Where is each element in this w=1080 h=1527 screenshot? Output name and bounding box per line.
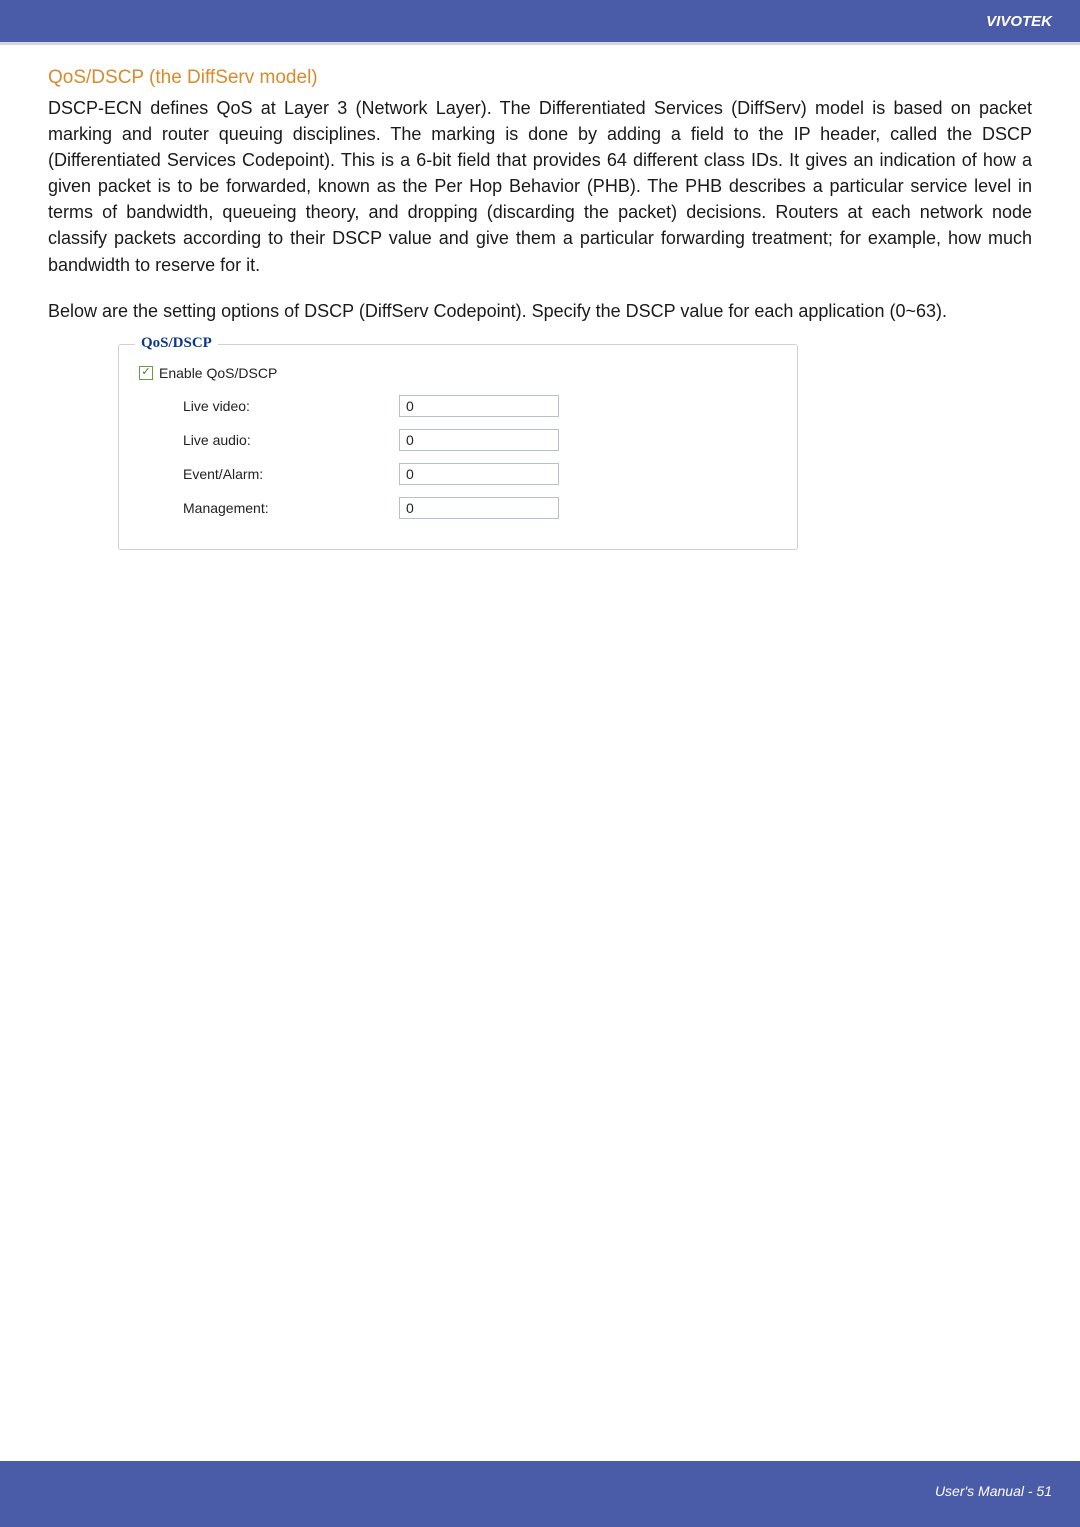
section-heading: QoS/DSCP (the DiffServ model) <box>48 67 1032 89</box>
footer-bar: User's Manual - 51 <box>0 1461 1080 1527</box>
paragraph-1: DSCP-ECN defines QoS at Layer 3 (Network… <box>48 95 1032 278</box>
live-video-row: Live video: <box>139 395 777 417</box>
qos-dscp-panel: QoS/DSCP ✓ Enable QoS/DSCP Live video: L… <box>118 344 798 550</box>
management-row: Management: <box>139 497 777 519</box>
live-video-input[interactable] <box>399 395 559 417</box>
header-bar: VIVOTEK <box>0 0 1080 42</box>
live-audio-row: Live audio: <box>139 429 777 451</box>
event-alarm-input[interactable] <box>399 463 559 485</box>
live-video-label: Live video: <box>139 398 399 414</box>
event-alarm-row: Event/Alarm: <box>139 463 777 485</box>
panel-legend: QoS/DSCP <box>135 335 218 352</box>
management-input[interactable] <box>399 497 559 519</box>
enable-qos-row[interactable]: ✓ Enable QoS/DSCP <box>139 365 777 381</box>
content-area: QoS/DSCP (the DiffServ model) DSCP-ECN d… <box>0 45 1080 550</box>
paragraph-2: Below are the setting options of DSCP (D… <box>48 298 1032 324</box>
enable-qos-label: Enable QoS/DSCP <box>159 365 277 381</box>
event-alarm-label: Event/Alarm: <box>139 466 399 482</box>
page: VIVOTEK QoS/DSCP (the DiffServ model) DS… <box>0 0 1080 1527</box>
management-label: Management: <box>139 500 399 516</box>
checkbox-icon[interactable]: ✓ <box>139 366 153 380</box>
footer-text: User's Manual - 51 <box>935 1483 1052 1499</box>
brand-label: VIVOTEK <box>986 13 1052 30</box>
live-audio-label: Live audio: <box>139 432 399 448</box>
live-audio-input[interactable] <box>399 429 559 451</box>
